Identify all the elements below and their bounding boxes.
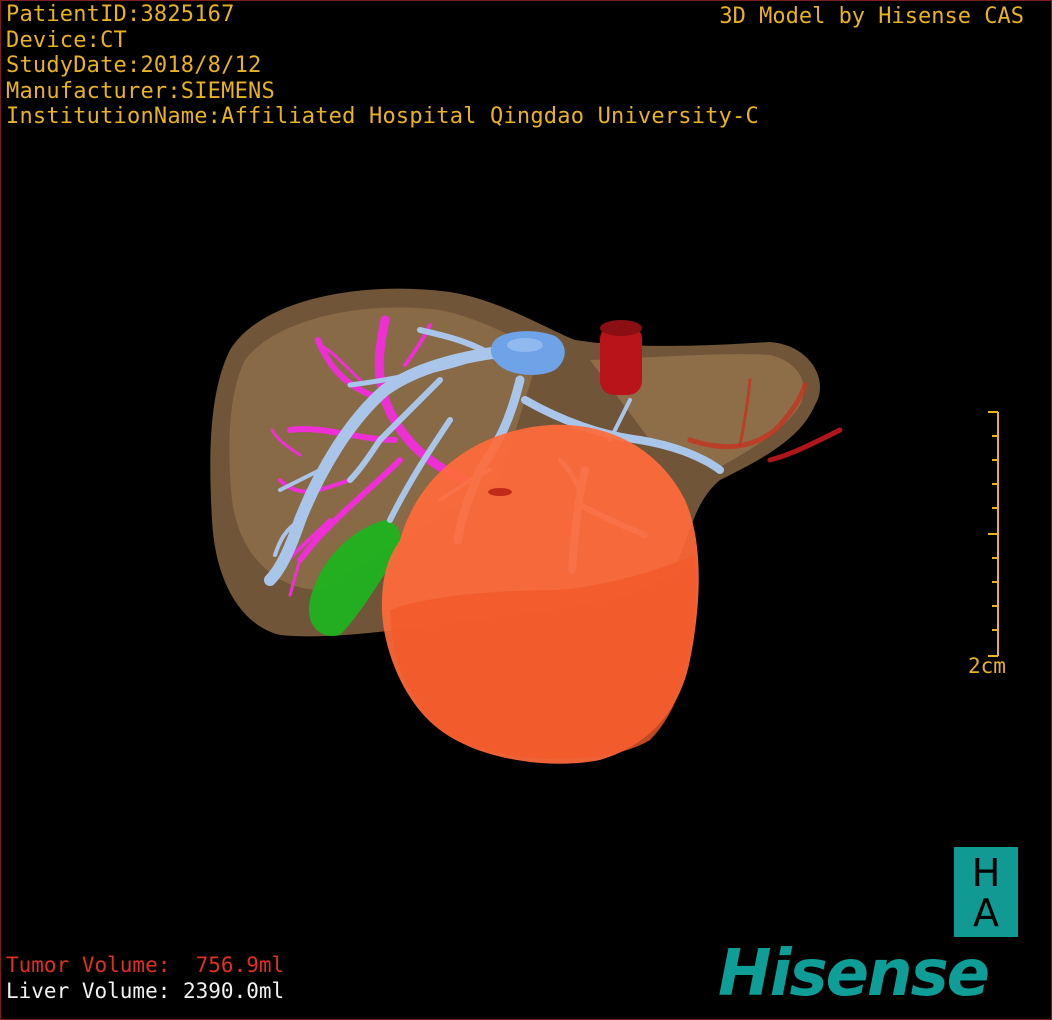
ha-logo-letter-h: H [971,851,1001,895]
ha-logo-icon: H A [954,847,1018,937]
tumor-volume-text: Tumor Volume: 756.9ml [6,953,285,977]
institution-text: InstitutionName:Affiliated Hospital Qing… [6,104,759,129]
patient-info-overlay: PatientID:3825167 Device:CT StudyDate:20… [6,2,759,130]
manufacturer-text: Manufacturer:SIEMENS [6,78,275,104]
scale-label: 2cm [968,654,1006,678]
study-date-text: StudyDate:2018/8/12 [6,53,262,78]
model-credit-text: 3D Model by Hisense CAS [719,4,1024,29]
device-text: Device:CT [6,27,128,53]
ivc-model [600,320,642,395]
volume-readout: Tumor Volume: 756.9ml Liver Volume: 2390… [6,952,284,1004]
patient-id-text: PatientID:3825167 [6,2,235,27]
hisense-wordmark: Hisense [718,937,990,1011]
ha-logo-letter-a: A [973,891,999,935]
ruler-icon [988,411,999,657]
liver-volume-text: Liver Volume: 2390.0ml [6,979,285,1003]
3d-liver-model-view[interactable] [0,0,1052,1020]
